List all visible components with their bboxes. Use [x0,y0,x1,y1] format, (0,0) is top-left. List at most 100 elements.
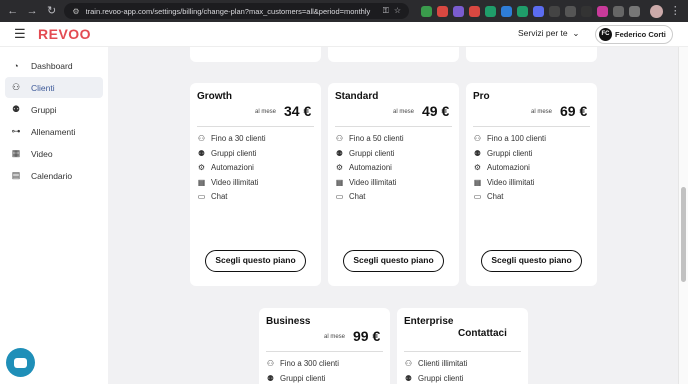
chat-icon [14,357,27,368]
address-bar[interactable]: ⚙ train.revoo-app.com/settings/billing/c… [64,3,410,19]
group-icon: ⚉ [473,149,482,158]
plan-card-enterprise: Enterprise Contattaci ⚇ Clienti illimitat… [397,308,528,384]
divider [266,351,383,352]
gear-icon: ⚙ [335,163,344,172]
film-icon: ▦ [335,178,344,187]
group-icon: ⚉ [404,374,413,383]
plan-name: Enterprise [404,316,454,327]
plan-card-business: Business al mese 99 € ⚇ Fino a 300 client… [259,308,390,384]
plan-period: al mese [393,109,415,115]
chat-widget-button[interactable] [6,348,35,377]
feature-item: ⚇ Clienti illimitati [404,359,468,368]
feature-item: ▭ Chat [335,192,366,201]
chat-icon: ▭ [473,192,482,201]
extension-icon[interactable] [613,5,625,17]
sidebar-item-label: Dashboard [31,60,73,71]
page-scrollbar[interactable] [678,47,688,384]
dumbbell-icon: ⊶ [11,126,21,136]
extension-icon[interactable] [485,5,497,17]
feature-item: ⚙ Automazioni [335,163,392,172]
feature-item: ⚇ Fino a 50 clienti [335,134,404,143]
feature-item: ▭ Chat [473,192,504,201]
sidebar-item-label: Clienti [31,82,55,93]
sidebar-item-label: Allenamenti [31,126,76,137]
feature-item: ⚉ Gruppi clienti [197,149,257,158]
forward-icon[interactable]: → [25,4,38,18]
sidebar-item-gruppi[interactable]: ⚉ Gruppi [5,99,103,120]
feature-item: ▦ Video illimitati [473,178,535,187]
group-icon: ⚉ [266,374,275,383]
chevron-down-icon: ⌄ [569,28,580,38]
extension-icon[interactable] [501,5,513,17]
feature-item: ▭ Chat [197,192,228,201]
user-icon: ⚇ [11,82,21,92]
group-icon: ⚉ [11,104,21,114]
hamburger-menu-icon[interactable]: ☰ [14,26,30,42]
gear-icon: ⚙ [473,163,482,172]
plan-card-pro: Pro al mese 69 € ⚇ Fino a 100 clienti ⚉ Gr… [466,83,597,286]
extension-icon[interactable] [533,5,545,17]
extension-icon[interactable] [517,5,529,17]
sidebar-item-calendario[interactable]: ▤ Calendario [5,165,103,186]
sidebar-item-dashboard[interactable]: ◔ Dashboard [5,55,103,76]
choose-plan-button[interactable]: Scegli questo piano [205,250,306,272]
sidebar-item-clienti[interactable]: ⚇ Clienti [5,77,103,98]
user-icon: ⚇ [197,134,206,143]
extensions-puzzle-icon[interactable] [629,5,641,17]
plan-period: al mese [255,109,277,115]
feature-item: ▦ Video illimitati [335,178,397,187]
plan-card-partial [466,47,597,62]
sidebar-item-video[interactable]: ▦ Video [5,143,103,164]
sidebar: ◔ Dashboard ⚇ Clienti ⚉ Gruppi ⊶ Allenam… [0,47,108,384]
bookmark-star-icon[interactable]: ☆ [394,6,401,16]
calendar-icon: ▤ [11,170,21,180]
extension-icon[interactable] [549,5,561,17]
feature-item: ⚙ Automazioni [473,163,530,172]
user-menu[interactable]: FC Federico Corti [595,25,673,44]
app-header: ☰ REVOO Servizi per te ⌄ FC Federico Cor… [0,22,688,47]
plan-price: 49 € [422,103,450,119]
sidebar-item-label: Gruppi [31,104,57,115]
plan-card-partial [328,47,459,62]
extension-icon[interactable] [453,5,465,17]
divider [197,126,314,127]
site-settings-icon[interactable]: ⚙ [72,7,79,16]
services-dropdown[interactable]: Servizi per te ⌄ [518,28,579,39]
logo[interactable]: REVOO [38,26,91,42]
extension-icon[interactable] [469,5,481,17]
extension-icon[interactable] [565,5,577,17]
extensions-bar [421,5,641,17]
feature-item: ⚙ Automazioni [197,163,254,172]
sidebar-item-label: Video [31,148,53,159]
url-text: train.revoo-app.com/settings/billing/cha… [85,6,371,16]
scrollbar-thumb[interactable] [681,187,686,282]
choose-plan-button[interactable]: Scegli questo piano [481,250,582,272]
plan-period: al mese [531,109,553,115]
group-icon: ⚉ [335,149,344,158]
contact-label[interactable]: Contattaci [458,328,507,339]
browser-profile-avatar[interactable] [650,4,663,18]
user-icon: ⚇ [473,134,482,143]
choose-plan-button[interactable]: Scegli questo piano [343,250,444,272]
gauge-icon: ◔ [13,60,19,71]
feature-item: ⚇ Fino a 30 clienti [197,134,266,143]
sidebar-item-label: Calendario [31,170,73,181]
extension-icon[interactable] [437,5,449,17]
film-icon: ▦ [11,148,21,158]
plan-card-standard: Standard al mese 49 € ⚇ Fino a 50 clienti… [328,83,459,286]
browser-menu-icon[interactable]: ⋮ [669,4,682,18]
user-name: Federico Corti [615,30,666,39]
key-icon[interactable]: ⚿ [383,6,389,16]
extension-icon[interactable] [421,5,433,17]
avatar: FC [599,28,612,41]
extension-icon[interactable] [597,5,609,17]
plans-area: Growth al mese 34 € ⚇ Fino a 30 clienti ⚉… [121,47,678,384]
extension-icon[interactable] [581,5,593,17]
feature-item: ⚉ Gruppi clienti [473,149,533,158]
feature-item: ⚉ Gruppi clienti [404,374,464,383]
back-icon[interactable]: ← [6,4,19,18]
sidebar-item-allenamenti[interactable]: ⊶ Allenamenti [5,121,103,142]
services-label: Servizi per te [518,28,568,38]
plan-name: Growth [197,91,232,102]
reload-icon[interactable]: ↻ [45,4,58,18]
